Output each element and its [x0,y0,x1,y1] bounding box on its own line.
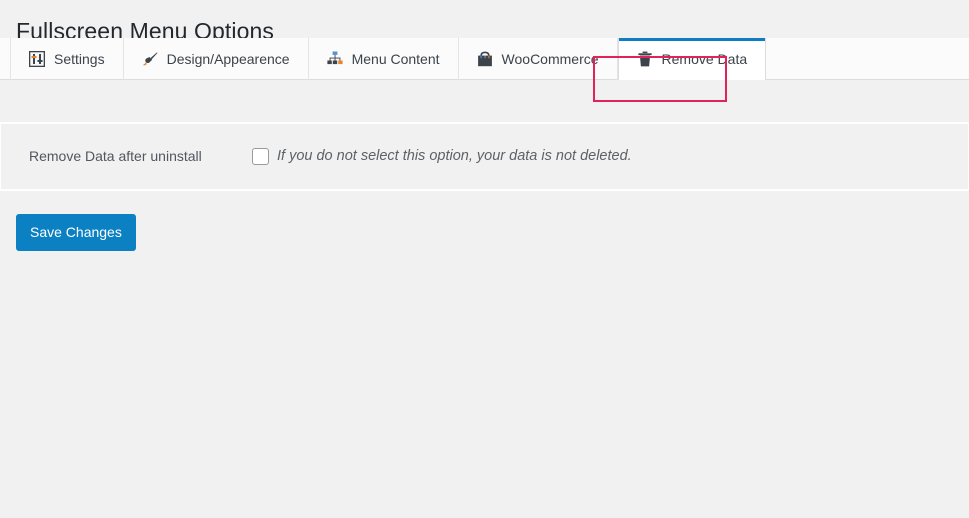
tab-design-appearance-label: Design/Appearence [166,51,290,67]
remove-data-checkbox[interactable] [252,148,269,165]
tab-design-appearance[interactable]: Design/Appearence [124,38,309,80]
tab-bar: Settings Design/Appearence Menu Content … [0,38,969,80]
tab-settings-label: Settings [54,51,105,67]
sliders-icon [29,51,45,67]
remove-data-row: Remove Data after uninstall If you do no… [0,147,969,166]
tab-woocommerce-label: WooCommerce [501,51,599,67]
trash-icon [637,51,653,67]
page-header: Fullscreen Menu Options [0,0,969,44]
tab-settings[interactable]: Settings [10,38,124,80]
remove-data-field: If you do not select this option, your d… [252,147,632,166]
submit-area: Save Changes [0,191,969,251]
save-changes-button[interactable]: Save Changes [16,214,136,251]
remove-data-description: If you do not select this option, your d… [277,148,632,165]
shopping-bag-icon [477,51,493,67]
paintbrush-icon [142,51,158,67]
tab-menu-content[interactable]: Menu Content [309,38,459,80]
sitemap-icon [326,51,343,67]
tab-woocommerce[interactable]: WooCommerce [459,38,618,80]
tab-menu-content-label: Menu Content [351,51,440,67]
remove-data-label: Remove Data after uninstall [29,148,202,165]
tab-remove-data[interactable]: Remove Data [617,38,767,80]
settings-card: Remove Data after uninstall If you do no… [0,122,969,191]
tab-remove-data-label: Remove Data [661,51,748,67]
options-page: Fullscreen Menu Options Settings Design/… [0,0,969,518]
